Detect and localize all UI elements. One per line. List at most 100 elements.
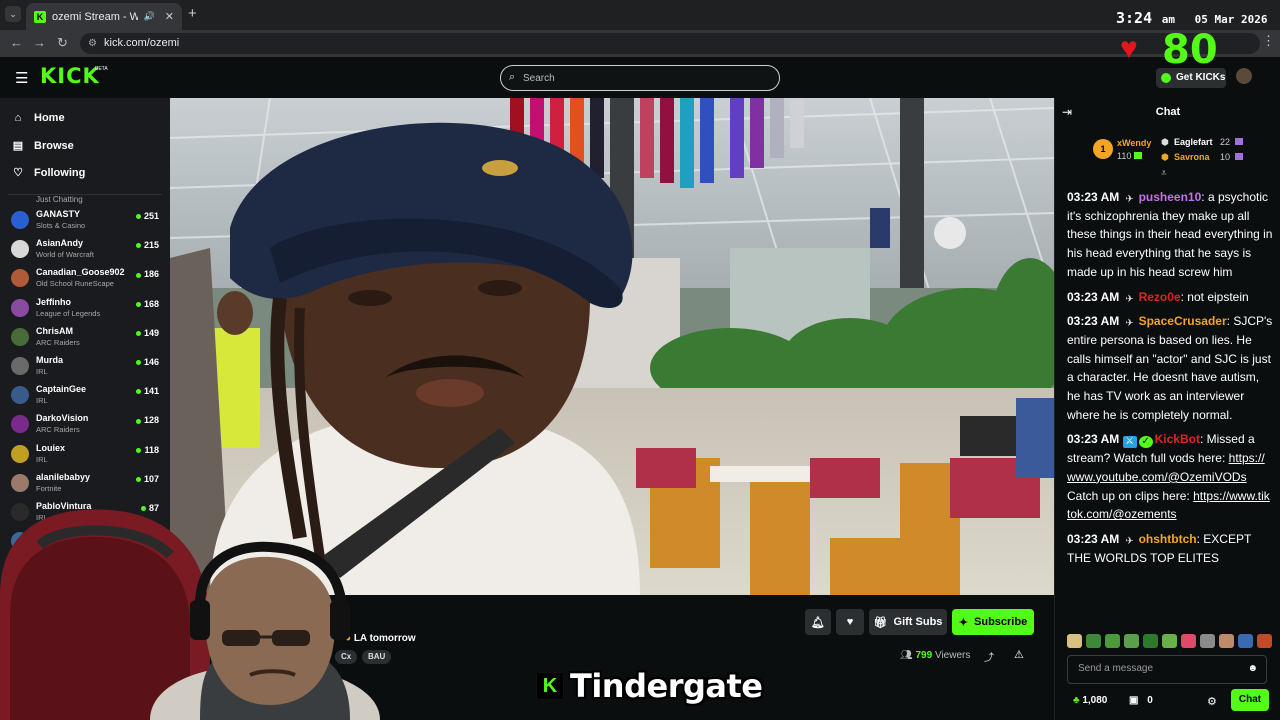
follow-button[interactable]: ♥ <box>836 609 864 635</box>
menu-icon[interactable]: ☰ <box>15 69 28 87</box>
gift-count-value: 0 <box>1147 695 1153 706</box>
sidebar-channel-item[interactable]: Canadian_Goose902 Old School RuneScape 186 <box>11 266 161 294</box>
viewers-icon: 👥︎ <box>900 650 913 661</box>
sidebar-item-following[interactable]: ♡ Following <box>12 166 85 180</box>
live-dot-icon <box>135 272 141 278</box>
emote-icon[interactable] <box>1105 634 1120 648</box>
notifications-button[interactable]: 🔔︎ <box>805 609 831 635</box>
site-info-icon[interactable]: ⚙ <box>88 33 97 54</box>
chat-settings-icon[interactable]: ⚙ <box>1207 695 1217 708</box>
beta-label: BETA <box>95 66 108 72</box>
live-dot-icon <box>135 418 141 424</box>
message-user[interactable]: ohshtbtch <box>1139 532 1197 546</box>
emote-icon[interactable] <box>1200 634 1215 648</box>
message-user[interactable]: pusheen10 <box>1139 190 1202 204</box>
audio-icon[interactable]: 🔊 <box>144 11 155 22</box>
user-avatar[interactable] <box>1236 68 1252 84</box>
points-value: 1,080 <box>1082 695 1108 706</box>
channel-category: Slots & Casino <box>36 221 86 230</box>
sidebar-channel-item[interactable]: DarkoVision ARC Raiders 128 <box>11 412 161 440</box>
channel-viewer-count: 149 <box>135 327 159 338</box>
sidebar-item-browse[interactable]: ▤ Browse <box>12 139 74 153</box>
report-icon[interactable]: ⚠ <box>1014 648 1024 661</box>
channel-category: ARC Raiders <box>36 337 80 347</box>
search-input[interactable] <box>523 70 763 86</box>
emote-icon[interactable] <box>1219 634 1234 648</box>
kicks-coin-icon <box>1161 73 1171 83</box>
leader-value: 10 <box>1220 152 1231 162</box>
tab-search-button[interactable]: ⌄ <box>5 6 21 22</box>
shield-icon: ⬢ <box>1161 137 1169 147</box>
leader-name[interactable]: Eaglefart <box>1174 137 1213 147</box>
browser-tab[interactable]: K ozemi Stream - Watch Live 🔊 ✕ <box>26 3 182 30</box>
emote-icon[interactable] <box>1257 634 1272 648</box>
viewer-count-number: 215 <box>143 240 159 251</box>
reload-icon[interactable]: ↻ <box>57 35 68 51</box>
emoji-picker-icon[interactable]: ☻ <box>1247 663 1258 674</box>
kick-logo-icon: K <box>536 672 564 700</box>
sidebar-channel-item[interactable]: CaptainGee IRL 141 <box>11 383 161 411</box>
browser-menu-icon[interactable]: ⋮ <box>1262 33 1275 49</box>
emote-icon[interactable] <box>1067 634 1082 648</box>
chat-message: 03:23 AM ✈ ohshtbtch: EXCEPT THE WORLDS T… <box>1067 531 1252 565</box>
clock-date: 05 Mar 2026 <box>1194 13 1268 26</box>
gift-counter[interactable]: ▣ 0 <box>1129 695 1153 706</box>
chat-header: ⇥ Chat <box>1055 98 1280 126</box>
viewer-count-number: 149 <box>143 327 159 338</box>
url-field[interactable]: ⚙ kick.com/ozemi <box>80 33 1260 54</box>
channel-avatar <box>11 473 29 492</box>
kick-favicon-icon: K <box>34 10 46 23</box>
sidebar-channel-item[interactable]: AsianAndy World of Warcraft 215 <box>11 237 161 265</box>
expand-leaderboard-icon[interactable]: ⩡ <box>1161 168 1167 179</box>
sidebar-channel-item[interactable]: Murda IRL 146 <box>11 354 161 382</box>
live-dot-icon <box>135 301 141 307</box>
sidebar-channel-item[interactable]: ChrisAM ARC Raiders 149 <box>11 325 161 353</box>
sidebar-channel-item[interactable]: alanilebabyy Fortnite 107 <box>11 471 161 499</box>
search-bar[interactable]: ⌕ <box>500 65 780 91</box>
emote-icon[interactable] <box>1181 634 1196 648</box>
channel-name: Murda <box>36 355 63 365</box>
back-icon[interactable]: ← <box>10 35 23 50</box>
emote-icon[interactable] <box>1238 634 1253 648</box>
webcam-frame <box>0 509 380 720</box>
message-user[interactable]: KickBot <box>1155 432 1200 446</box>
chat-title: Chat <box>1155 106 1181 118</box>
channel-points[interactable]: ♣ 1,080 <box>1073 695 1107 706</box>
sidebar-channel-item[interactable]: Louiex IRL 118 <box>11 442 161 470</box>
sidebar-item-home[interactable]: ⌂ Home <box>12 112 65 124</box>
sidebar-channel-item[interactable]: GANASTY Slots & Casino 251 <box>11 208 161 236</box>
emote-icon[interactable] <box>1086 634 1101 648</box>
emote-icon[interactable] <box>1143 634 1158 648</box>
leader-name[interactable]: xWendy <box>1117 138 1151 148</box>
new-tab-button[interactable]: + <box>188 5 197 22</box>
subscribe-button[interactable]: ✦ Subscribe <box>952 609 1034 635</box>
forward-icon[interactable]: → <box>33 35 46 50</box>
send-chat-button[interactable]: Chat <box>1231 689 1269 711</box>
leader-value: 22 <box>1220 137 1231 147</box>
leader-name[interactable]: Savrona <box>1174 152 1210 162</box>
tab-close-icon[interactable]: ✕ <box>165 10 174 23</box>
live-dot-icon <box>135 214 141 220</box>
message-user[interactable]: Rezo0e <box>1139 290 1181 304</box>
channel-viewer-count: 215 <box>135 240 159 251</box>
channel-category: World of Warcraft <box>36 250 94 260</box>
sidebar-channel-item[interactable]: Jeffinho League of Legends 168 <box>11 296 161 324</box>
message-user[interactable]: SpaceCrusader <box>1139 314 1227 328</box>
share-icon[interactable]: ⤴ <box>984 649 994 664</box>
chat-input[interactable] <box>1078 663 1238 674</box>
kick-logo[interactable]: KICK <box>40 64 100 88</box>
clock-overlay: 3:24 am 05 Mar 2026 <box>1116 8 1268 27</box>
gift-subs-button[interactable]: 🎁︎ Gift Subs <box>869 609 947 635</box>
channel-viewer-count: 107 <box>135 474 159 484</box>
search-icon: ⌕ <box>509 71 516 83</box>
chat-message: 03:23 AM ✈ Rezo0e: not eipstein <box>1067 289 1249 305</box>
message-time: 03:23 AM <box>1067 289 1120 304</box>
caption-text: Tindergate <box>570 667 763 705</box>
shield-icon: ⬢ <box>1161 152 1169 162</box>
home-icon: ⌂ <box>14 112 22 124</box>
emote-icon[interactable] <box>1162 634 1177 648</box>
channel-name: Canadian_Goose902 <box>36 267 125 278</box>
channel-name: Louiex <box>36 442 66 453</box>
emote-icon[interactable] <box>1124 634 1139 648</box>
chat-input-box[interactable]: ☻ <box>1067 655 1267 684</box>
